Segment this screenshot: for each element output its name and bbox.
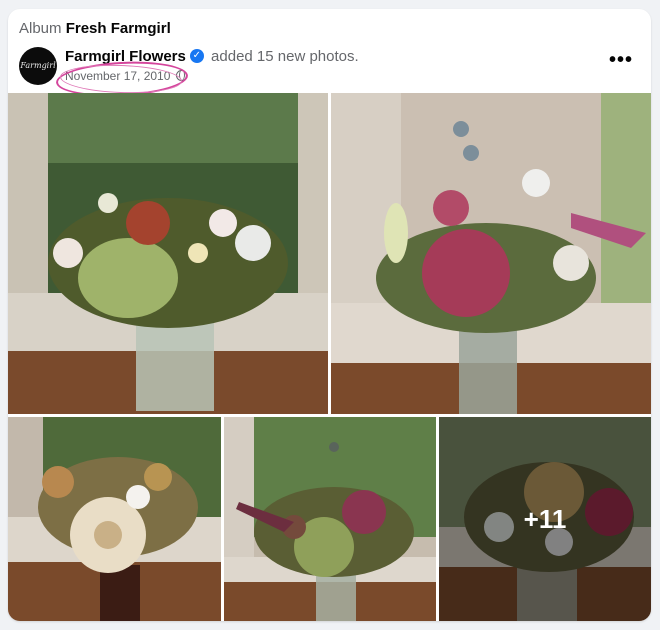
date-link[interactable]: November 17, 2010	[65, 69, 170, 83]
post-card: Album Fresh Farmgirl Farmgirl Farmgirl F…	[8, 9, 651, 621]
photo-4[interactable]	[224, 417, 436, 621]
avatar-logo: Farmgirl	[20, 61, 56, 70]
more-photos-overlay[interactable]: +11	[439, 417, 651, 621]
album-name-link[interactable]: Fresh Farmgirl	[66, 20, 171, 37]
photo-1[interactable]	[8, 93, 328, 414]
avatar[interactable]: Farmgirl	[19, 47, 57, 85]
more-options-icon[interactable]: •••	[609, 50, 633, 70]
verified-badge-icon: ✓	[189, 49, 204, 64]
more-photos-count: +11	[523, 503, 567, 534]
page-name-link[interactable]: Farmgirl Flowers	[65, 48, 186, 65]
album-prefix: Album	[19, 20, 62, 37]
post-timestamp: November 17, 2010	[65, 69, 188, 83]
photo-5-more[interactable]: +11	[439, 417, 651, 621]
photo-2[interactable]	[331, 93, 651, 414]
post-action-text: added 15 new photos.	[211, 48, 359, 65]
globe-icon	[176, 70, 188, 82]
album-title: Album Fresh Farmgirl	[19, 20, 171, 37]
photo-3[interactable]	[8, 417, 221, 621]
post-header: Farmgirl Flowers ✓ added 15 new photos.	[65, 48, 359, 65]
